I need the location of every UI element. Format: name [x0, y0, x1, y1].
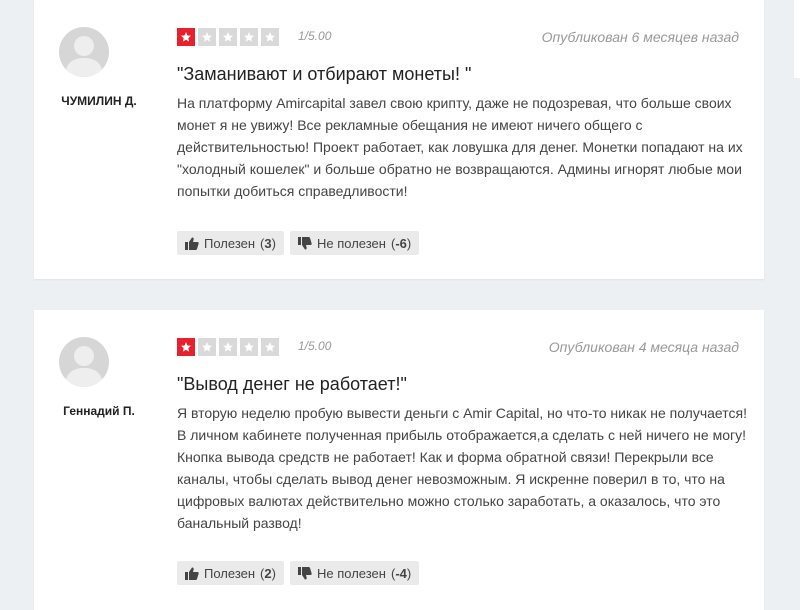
star-icon — [240, 338, 258, 356]
review-text: Я вторую неделю пробую вывести деньги с … — [177, 405, 747, 531]
review-card: ЧУМИЛИН Д. 1/5.00 Опубликован 6 месяцев … — [34, 0, 764, 279]
review-title: "Вывод денег не работает!" — [177, 374, 407, 394]
helpful-button[interactable]: Полезен (2) — [177, 561, 284, 585]
review-author: Геннадий П. — [63, 404, 135, 418]
thumbs-down-icon — [298, 236, 312, 249]
unhelpful-button[interactable]: Не полезен (-4) — [290, 561, 420, 585]
unhelpful-label: Не полезен — [317, 235, 386, 251]
review-title: "Заманивают и отбирают монеты! " — [177, 64, 472, 84]
review-text: На платформу Amircapital завел свою крип… — [177, 95, 743, 199]
unhelpful-label: Не полезен — [317, 565, 386, 581]
review-card: Геннадий П. 1/5.00 Опубликован 4 месяца … — [34, 310, 764, 610]
star-icon — [219, 28, 237, 46]
published-date: Опубликован 6 месяцев назад — [541, 29, 739, 45]
star-icon — [219, 338, 237, 356]
thumbs-up-icon — [185, 237, 199, 250]
rating-score: 1/5.00 — [298, 29, 332, 43]
star-icon — [261, 28, 279, 46]
scrollbar-stub — [794, 0, 800, 78]
helpful-count: (2) — [260, 565, 276, 581]
helpful-button[interactable]: Полезен (3) — [177, 231, 284, 255]
helpful-count: (3) — [260, 235, 276, 251]
unhelpful-button[interactable]: Не полезен (-6) — [290, 231, 420, 255]
thumbs-down-icon — [298, 566, 312, 579]
unhelpful-count: (-4) — [390, 565, 412, 581]
star-icon — [198, 28, 216, 46]
star-icon — [198, 338, 216, 356]
rating-stars — [177, 28, 279, 46]
star-icon — [240, 28, 258, 46]
rating-stars — [177, 338, 279, 356]
star-icon — [177, 338, 195, 356]
review-author: ЧУМИЛИН Д. — [61, 94, 137, 108]
unhelpful-count: (-6) — [390, 235, 412, 251]
helpful-label: Полезен — [204, 565, 256, 581]
star-icon — [261, 338, 279, 356]
helpful-label: Полезен — [204, 235, 256, 251]
star-icon — [177, 28, 195, 46]
published-date: Опубликован 4 месяца назад — [548, 339, 739, 355]
thumbs-up-icon — [185, 567, 199, 580]
rating-score: 1/5.00 — [298, 339, 332, 353]
user-avatar-icon — [59, 337, 109, 387]
user-avatar-icon — [59, 27, 109, 77]
